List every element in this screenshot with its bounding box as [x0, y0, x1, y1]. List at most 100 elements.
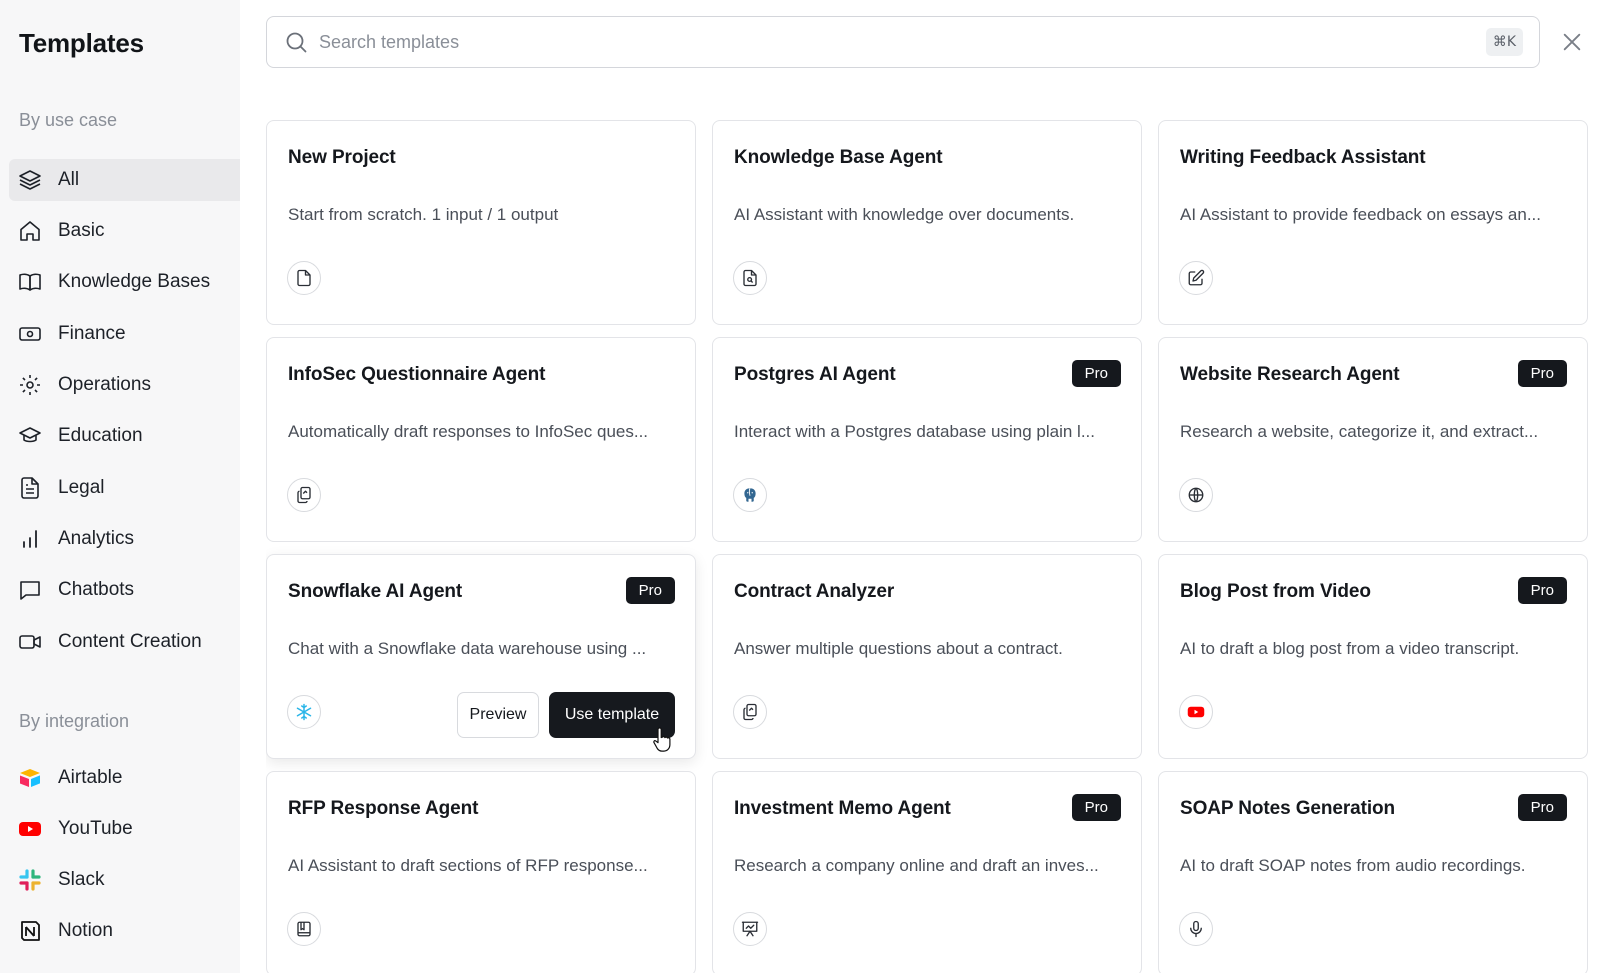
sidebar-item-notion[interactable]: Notion [9, 910, 240, 952]
pro-badge: Pro [1071, 360, 1121, 387]
card-title: Website Research Agent [1180, 364, 1400, 385]
template-card-contract-analyzer[interactable]: Contract Analyzer Answer multiple questi… [712, 554, 1142, 759]
airtable-logo-icon [17, 765, 43, 791]
sidebar-item-basic[interactable]: Basic [9, 210, 240, 252]
card-title: Postgres AI Agent [734, 364, 896, 385]
card-description: AI to draft SOAP notes from audio record… [1180, 856, 1526, 875]
sidebar-item-label: YouTube [58, 818, 133, 839]
card-title: SOAP Notes Generation [1180, 798, 1396, 819]
card-description: Research a website, categorize it, and e… [1180, 422, 1539, 441]
template-card-new-project[interactable]: New Project Start from scratch. 1 input … [266, 120, 696, 325]
pencil-square-icon [1179, 261, 1213, 295]
card-description: AI Assistant to draft sections of RFP re… [288, 856, 648, 875]
sidebar-item-youtube[interactable]: YouTube [9, 808, 240, 850]
hand-cursor-icon [653, 727, 671, 752]
card-description: AI Assistant to provide feedback on essa… [1180, 205, 1541, 224]
sidebar-item-chatbots[interactable]: Chatbots [9, 569, 240, 611]
preview-button[interactable]: Preview [457, 692, 539, 738]
pro-badge: Pro [1071, 794, 1121, 821]
layers-icon [17, 167, 43, 193]
banknote-icon [17, 321, 43, 347]
templates-modal: Templates By use case All Basic Knowledg… [0, 0, 1600, 973]
sidebar-item-finance[interactable]: Finance [9, 313, 240, 355]
file-search-icon [733, 261, 767, 295]
card-title: Contract Analyzer [734, 581, 895, 602]
card-description: Start from scratch. 1 input / 1 output [288, 205, 559, 224]
card-title: Blog Post from Video [1180, 581, 1371, 602]
video-camera-icon [17, 629, 43, 655]
card-description: Automatically draft responses to InfoSec… [288, 422, 649, 441]
notion-logo-icon [17, 918, 43, 944]
copy-files-icon [733, 695, 767, 729]
sidebar-item-label: Analytics [58, 528, 135, 549]
file-icon [287, 261, 321, 295]
globe-icon [1179, 478, 1213, 512]
sidebar-item-analytics[interactable]: Analytics [9, 518, 240, 560]
presentation-chart-icon [733, 912, 767, 946]
microphone-icon [1179, 912, 1213, 946]
youtube-logo-icon [1179, 695, 1213, 729]
close-button[interactable] [1558, 28, 1586, 56]
search-input[interactable] [319, 31, 1486, 53]
template-grid: New Project Start from scratch. 1 input … [266, 120, 1590, 973]
postgres-elephant-icon [733, 478, 767, 512]
template-card-website-research-agent[interactable]: Website Research Agent Pro Research a we… [1158, 337, 1588, 542]
card-title: Snowflake AI Agent [288, 581, 463, 602]
template-card-blog-post-from-video[interactable]: Blog Post from Video Pro AI to draft a b… [1158, 554, 1588, 759]
template-card-rfp-response-agent[interactable]: RFP Response Agent AI Assistant to draft… [266, 771, 696, 973]
close-icon [1563, 33, 1581, 51]
card-title: Knowledge Base Agent [734, 147, 943, 168]
slack-logo-icon [17, 867, 43, 893]
gear-icon [17, 372, 43, 398]
template-card-postgres-ai-agent[interactable]: Postgres AI Agent Pro Interact with a Po… [712, 337, 1142, 542]
book-icon [287, 912, 321, 946]
template-card-infosec-questionnaire-agent[interactable]: InfoSec Questionnaire Agent Automaticall… [266, 337, 696, 542]
card-description: Interact with a Postgres database using … [734, 422, 1095, 441]
sidebar-item-label: Chatbots [58, 579, 135, 600]
sidebar-item-content-creation[interactable]: Content Creation [9, 621, 240, 663]
card-title: Investment Memo Agent [734, 798, 951, 819]
home-icon [17, 218, 43, 244]
card-description: Chat with a Snowflake data warehouse usi… [288, 639, 647, 658]
youtube-logo-icon [17, 816, 43, 842]
sidebar-item-education[interactable]: Education [9, 415, 240, 457]
sidebar-item-slack[interactable]: Slack [9, 859, 240, 901]
keyboard-shortcut-badge: ⌘K [1485, 28, 1523, 56]
sidebar-item-airtable[interactable]: Airtable [9, 757, 240, 799]
book-open-icon [17, 269, 43, 295]
card-description: Research a company online and draft an i… [734, 856, 1099, 875]
card-description: Answer multiple questions about a contra… [734, 639, 1063, 658]
copy-files-icon [287, 478, 321, 512]
sidebar-item-label: All [58, 169, 80, 190]
sidebar-item-label: Operations [58, 374, 151, 395]
template-card-soap-notes-generation[interactable]: SOAP Notes Generation Pro AI to draft SO… [1158, 771, 1588, 973]
page-title: Templates [19, 28, 144, 58]
pro-badge: Pro [1517, 794, 1567, 821]
template-card-writing-feedback-assistant[interactable]: Writing Feedback Assistant AI Assistant … [1158, 120, 1588, 325]
template-card-knowledge-base-agent[interactable]: Knowledge Base Agent AI Assistant with k… [712, 120, 1142, 325]
sidebar-item-label: Finance [58, 323, 126, 344]
card-description: AI Assistant with knowledge over documen… [734, 205, 1075, 224]
sidebar-item-label: Basic [58, 220, 105, 241]
sidebar-item-label: Legal [58, 477, 105, 498]
sidebar-item-label: Knowledge Bases [58, 271, 211, 292]
use-case-heading: By use case [19, 110, 118, 130]
template-card-investment-memo-agent[interactable]: Investment Memo Agent Pro Research a com… [712, 771, 1142, 973]
card-title: Writing Feedback Assistant [1180, 147, 1426, 168]
card-title: RFP Response Agent [288, 798, 479, 819]
sidebar-item-knowledge-bases[interactable]: Knowledge Bases [9, 261, 240, 303]
document-text-icon [17, 475, 43, 501]
sidebar: Templates By use case All Basic Knowledg… [0, 0, 240, 973]
sidebar-item-legal[interactable]: Legal [9, 467, 240, 509]
integration-heading: By integration [19, 711, 130, 731]
sidebar-item-label: Airtable [58, 767, 123, 788]
search-bar: ⌘K [266, 16, 1540, 68]
snowflake-icon [287, 695, 321, 729]
sidebar-item-label: Slack [58, 869, 105, 890]
sidebar-item-operations[interactable]: Operations [9, 364, 240, 406]
card-title: New Project [288, 147, 396, 168]
template-card-snowflake-ai-agent[interactable]: Snowflake AI Agent Pro Chat with a Snowf… [266, 554, 696, 759]
sidebar-item-all[interactable]: All [9, 159, 240, 201]
card-title: InfoSec Questionnaire Agent [288, 364, 546, 385]
graduation-cap-icon [17, 423, 43, 449]
